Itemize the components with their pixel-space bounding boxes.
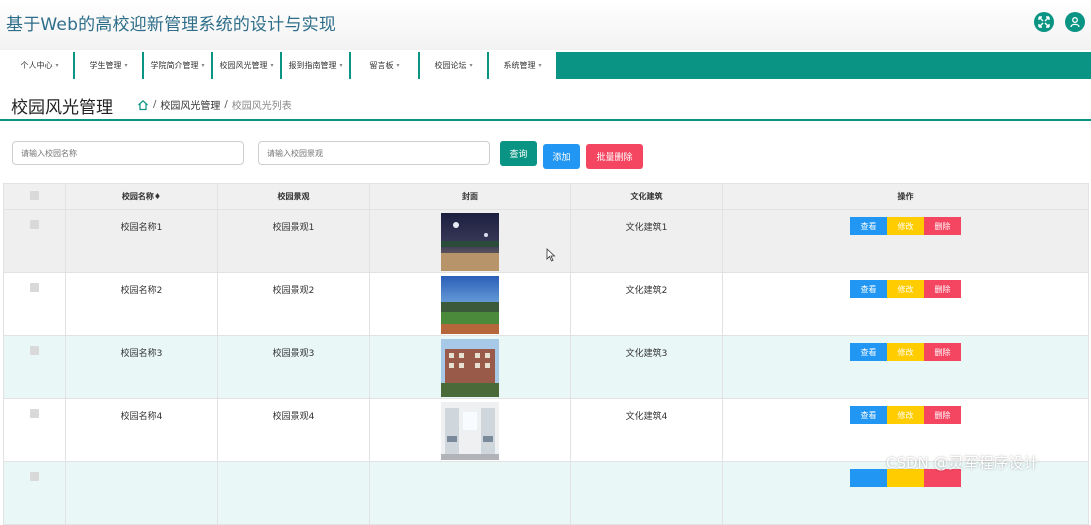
view-button[interactable] [850, 469, 887, 487]
edit-button[interactable]: 修改 [887, 406, 924, 424]
row-actions: 查看 修改 删除 [724, 343, 1087, 361]
edit-button[interactable]: 修改 [887, 217, 924, 235]
nav-item-student-mgmt[interactable]: 学生管理 ▾ [75, 52, 142, 79]
row-actions: 查看 修改 删除 [724, 217, 1087, 235]
breadcrumb: / 校园风光管理 / 校园风光列表 [137, 97, 292, 112]
nav-item-system-mgmt[interactable]: 系统管理 ▾ [489, 52, 556, 79]
select-all-checkbox[interactable] [30, 191, 39, 200]
building-cell: 文化建筑2 [570, 272, 723, 336]
watermark: CSDN @灵军程序设计 [886, 454, 1039, 472]
view-button[interactable]: 查看 [850, 280, 887, 298]
column-header-cover: 封面 [369, 183, 571, 210]
select-all-checkbox-cell[interactable] [3, 183, 66, 210]
breadcrumb-current: 校园风光列表 [231, 101, 292, 112]
delete-button[interactable]: 删除 [924, 217, 961, 235]
page-title: 校园风光管理 [11, 98, 113, 118]
add-button[interactable]: 添加 [543, 144, 580, 169]
table-row: 校园名称2 校园景观2 文化建筑2 查看 修改 删除 [3, 272, 1089, 336]
campus-name-cell: 校园名称2 [65, 272, 218, 336]
campus-building-photo[interactable] [441, 339, 499, 397]
column-header-actions: 操作 [722, 183, 1089, 210]
home-icon[interactable] [137, 99, 149, 111]
edit-button[interactable]: 修改 [887, 343, 924, 361]
main-nav: 个人中心 ▾ 学生管理 ▾ 学院简介管理 ▾ 校园风光管理 ▾ 报到指南管理 ▾ 留言板 ▾… [6, 52, 1091, 79]
building-cell: 文化建筑3 [570, 335, 723, 399]
nav-item-message-board[interactable]: 留言板 ▾ [351, 52, 418, 79]
column-header-scenery: 校园景观 [217, 183, 370, 210]
top-header: 基于Web的高校迎新管理系统的设计与实现 [0, 0, 1091, 50]
building-cell: 文化建筑4 [570, 398, 723, 462]
dormitory-room-photo[interactable] [441, 402, 499, 460]
nav-item-campus-forum[interactable]: 校园论坛 ▾ [420, 52, 487, 79]
column-header-building: 文化建筑 [570, 183, 723, 210]
row-actions: 查看 修改 删除 [724, 406, 1087, 424]
nav-item-registration-guide-mgmt[interactable]: 报到指南管理 ▾ [282, 52, 349, 79]
fullscreen-icon[interactable] [1034, 12, 1054, 32]
row-checkbox[interactable] [30, 283, 39, 292]
campus-name-search-input[interactable] [12, 141, 244, 165]
delete-button[interactable]: 删除 [924, 280, 961, 298]
view-button[interactable]: 查看 [850, 343, 887, 361]
building-cell: 文化建筑1 [570, 209, 723, 273]
scenery-cell: 校园景观3 [217, 335, 370, 399]
campus-name-cell: 校园名称4 [65, 398, 218, 462]
delete-button[interactable]: 删除 [924, 343, 961, 361]
scenery-cell: 校园景观1 [217, 209, 370, 273]
header-divider [0, 119, 1091, 121]
batch-delete-button[interactable]: 批量删除 [586, 144, 643, 169]
view-button[interactable]: 查看 [850, 217, 887, 235]
table-row: 校园名称3 校园景观3 文化建筑3 查看 修改 删除 [3, 335, 1089, 399]
column-header-campus-name[interactable]: 校园名称♦ [65, 183, 218, 210]
nav-item-campus-scenery-mgmt[interactable]: 校园风光管理 ▾ [213, 52, 280, 79]
table-row: 校园名称1 校园景观1 文化建筑1 查看 修改 删除 [3, 209, 1089, 273]
row-actions: 查看 修改 删除 [724, 280, 1087, 298]
night-campus-photo[interactable] [441, 213, 499, 271]
breadcrumb-item[interactable]: 校园风光管理 [160, 97, 220, 112]
scenery-table: 校园名称♦ 校园景观 封面 文化建筑 操作 校园名称1 校园景观1 文化建筑1 … [3, 183, 1089, 525]
user-icon[interactable] [1065, 12, 1085, 32]
view-button[interactable]: 查看 [850, 406, 887, 424]
delete-button[interactable]: 删除 [924, 406, 961, 424]
scenery-cell: 校园景观2 [217, 272, 370, 336]
row-checkbox[interactable] [30, 220, 39, 229]
nav-item-personal-center[interactable]: 个人中心 ▾ [6, 52, 73, 79]
table-header-row: 校园名称♦ 校园景观 封面 文化建筑 操作 [3, 183, 1089, 210]
row-checkbox[interactable] [30, 409, 39, 418]
edit-button[interactable]: 修改 [887, 280, 924, 298]
nav-item-college-intro-mgmt[interactable]: 学院简介管理 ▾ [144, 52, 211, 79]
scenery-cell: 校园景观4 [217, 398, 370, 462]
sports-field-photo[interactable] [441, 276, 499, 334]
app-title: 基于Web的高校迎新管理系统的设计与实现 [6, 15, 337, 35]
row-checkbox[interactable] [30, 346, 39, 355]
campus-scenery-search-input[interactable] [258, 141, 490, 165]
query-button[interactable]: 查询 [500, 141, 537, 166]
campus-name-cell: 校园名称1 [65, 209, 218, 273]
campus-name-cell: 校园名称3 [65, 335, 218, 399]
mouse-cursor-icon [546, 248, 556, 262]
